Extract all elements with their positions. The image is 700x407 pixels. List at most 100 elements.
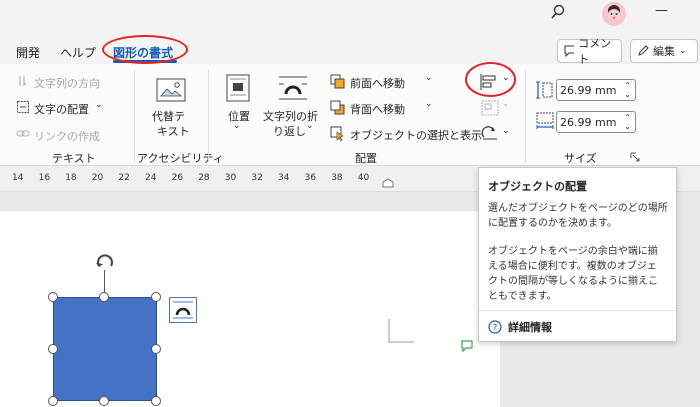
selection-pane-button[interactable]: オブジェクトの選択と表示	[350, 127, 482, 143]
chevron-down-icon: ⌄	[233, 121, 241, 131]
ruler-number: 30	[224, 173, 237, 183]
text-align-icon	[17, 101, 29, 113]
ruler-number: 32	[251, 173, 263, 183]
spinner-icon[interactable]: ⌃ ⌄	[624, 81, 631, 99]
chevron-down-icon: ⌄	[679, 46, 687, 56]
alt-text-label-line2[interactable]: キスト	[157, 123, 190, 139]
user-avatar[interactable]	[601, 1, 627, 27]
wrap-text-label-line2[interactable]: り返し	[273, 123, 306, 139]
group-separator	[134, 70, 135, 162]
group-objects-icon[interactable]	[481, 100, 499, 116]
tooltip-line: える場合に便利です。複数のオブジェ	[488, 261, 657, 272]
svg-text:?: ?	[493, 324, 498, 334]
shape-height-value: 26.99 mm	[560, 83, 617, 97]
dialog-launcher-icon[interactable]	[630, 152, 640, 162]
group-label-text: テキスト	[52, 152, 96, 165]
wrap-text-icon	[279, 76, 307, 100]
tab-developer[interactable]: 開発	[16, 44, 40, 61]
chevron-down-icon: ⌄	[95, 100, 103, 110]
ruler-number: 20	[91, 173, 104, 183]
resize-handle[interactable]	[99, 292, 109, 302]
shape-width-value: 26.99 mm	[560, 115, 617, 129]
chevron-down-icon: ⌄	[425, 73, 433, 83]
highlight-ellipse-align	[465, 62, 516, 97]
chevron-down-icon: ⌄	[425, 99, 433, 109]
margin-corner-mark	[388, 319, 414, 343]
ruler-number: 16	[38, 173, 51, 183]
indent-marker-icon[interactable]	[382, 178, 394, 188]
send-backward-icon	[330, 100, 345, 115]
alt-text-label-line1[interactable]: 代替テ	[152, 108, 185, 124]
help-icon: ?	[488, 320, 502, 334]
title-bar	[0, 0, 700, 34]
ruler-number: 14	[12, 173, 24, 183]
bring-forward-icon	[330, 74, 345, 89]
ruler-number: 38	[331, 173, 343, 183]
tooltip-description-1: 選んだオブジェクトをページのどの場所 に配置するのかを決めます。	[488, 201, 668, 231]
chevron-down-icon: ⌄	[502, 126, 510, 136]
minimize-button[interactable]: —	[655, 3, 668, 18]
link-icon	[16, 130, 30, 137]
edit-label: 編集	[653, 45, 675, 58]
resize-handle[interactable]	[48, 344, 58, 354]
group-label-accessibility: アクセシビリティ	[137, 152, 224, 165]
group-label-arrange: 配置	[355, 152, 377, 165]
tooltip-more-info-link[interactable]: ? 詳細情報	[488, 319, 552, 335]
resize-handle[interactable]	[151, 396, 161, 406]
ruler-number: 18	[65, 173, 77, 183]
comment-label: コメント	[578, 37, 612, 66]
tooltip-line: オブジェクトをページの余白や端に揃	[488, 246, 658, 257]
resize-handle[interactable]	[48, 396, 58, 406]
tooltip-line: ともできます。	[488, 291, 557, 302]
ruler-number: 34	[278, 173, 290, 183]
shape-width-icon	[536, 112, 554, 129]
text-direction-icon	[19, 76, 27, 87]
ruler-number: 28	[198, 173, 210, 183]
position-icon	[226, 74, 250, 102]
group-separator	[208, 70, 209, 162]
tooltip-line: クトの間隔が等しくなるように揃えこ	[488, 276, 658, 287]
comment-icon	[564, 45, 575, 57]
chevron-down-icon: ⌄	[306, 121, 314, 131]
send-backward-button[interactable]: 背面へ移動	[350, 101, 405, 117]
rotate-handle-icon[interactable]	[94, 252, 116, 274]
tooltip-title: オブジェクトの配置	[488, 180, 587, 193]
rotate-icon[interactable]	[481, 125, 499, 141]
layout-options-icon[interactable]	[169, 297, 197, 323]
tooltip-description-2: オブジェクトをページの余白や端に揃 える場合に便利です。複数のオブジェ クトの間…	[488, 244, 658, 304]
group-label-size: サイズ	[564, 152, 597, 165]
align-tooltip: オブジェクトの配置 選んだオブジェクトをページのどの場所 に配置するのかを決めま…	[478, 167, 677, 342]
bring-forward-button[interactable]: 前面へ移動	[350, 75, 405, 91]
edit-button[interactable]: 編集 ⌄	[630, 39, 698, 63]
resize-handle[interactable]	[48, 292, 58, 302]
ruler-number: 26	[171, 173, 184, 183]
comment-button[interactable]: コメント	[557, 37, 622, 66]
resize-handle[interactable]	[151, 344, 161, 354]
text-align-button[interactable]: 文字の配置	[34, 101, 89, 117]
tab-help[interactable]: ヘルプ	[60, 44, 96, 61]
resize-handle[interactable]	[99, 396, 109, 406]
highlight-ellipse-tab	[102, 35, 188, 64]
comment-marker-icon[interactable]	[461, 340, 473, 352]
group-separator	[525, 70, 526, 162]
spinner-icon[interactable]: ⌃ ⌄	[624, 113, 631, 131]
tooltip-divider	[479, 310, 676, 311]
search-icon[interactable]	[550, 4, 566, 20]
shape-height-input[interactable]: 26.99 mm ⌃ ⌄	[556, 79, 636, 101]
text-direction-button[interactable]: 文字列の方向	[34, 75, 100, 91]
pencil-icon	[638, 45, 649, 56]
tooltip-line: に配置するのかを決めます。	[488, 218, 617, 229]
selected-shape[interactable]	[53, 297, 157, 401]
shape-width-input[interactable]: 26.99 mm ⌃ ⌄	[556, 111, 636, 133]
ruler-number: 22	[118, 173, 130, 183]
alt-text-icon	[156, 78, 186, 102]
selection-pane-icon	[330, 126, 344, 142]
chevron-down-icon: ⌄	[502, 99, 510, 109]
resize-handle[interactable]	[151, 292, 161, 302]
ruler-number: 40	[357, 173, 370, 183]
shape-height-icon	[536, 81, 553, 99]
ruler-number: 36	[304, 173, 317, 183]
tooltip-line: 選んだオブジェクトをページのどの場所	[488, 203, 668, 214]
create-link-button[interactable]: リンクの作成	[34, 128, 100, 144]
ruler-number: 24	[145, 173, 157, 183]
